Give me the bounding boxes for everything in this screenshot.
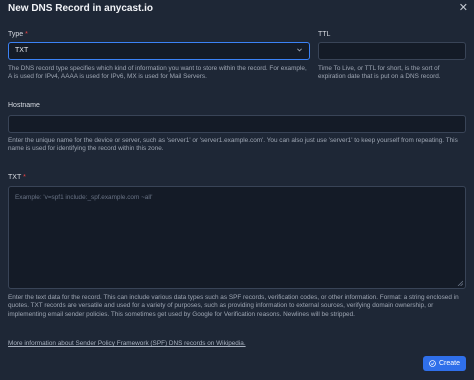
txt-help: Enter the text data for the record. This… xyxy=(8,294,459,318)
txt-textarea[interactable]: Example: 'v=spf1 include:_spf.example.co… xyxy=(8,186,466,289)
txt-label-text: TXT xyxy=(8,174,22,181)
ttl-input[interactable] xyxy=(318,42,466,60)
required-mark: * xyxy=(25,31,28,38)
txt-label: TXT * xyxy=(8,174,26,181)
type-label-text: Type xyxy=(8,31,24,38)
type-label: Type * xyxy=(8,31,28,38)
hostname-input[interactable] xyxy=(8,115,466,133)
hostname-help: Enter the unique name for the device or … xyxy=(8,137,458,153)
create-button-label: Create xyxy=(438,360,460,367)
close-icon[interactable]: ✕ xyxy=(459,2,468,14)
required-mark: * xyxy=(23,174,26,181)
create-button[interactable]: Create xyxy=(423,356,466,371)
type-select[interactable]: TXT xyxy=(8,42,310,60)
dialog-title: New DNS Record in anycast.io xyxy=(8,3,154,14)
chevron-down-icon xyxy=(297,48,302,52)
ttl-label: TTL xyxy=(318,31,331,38)
type-help: The DNS record type specifies which kind… xyxy=(8,65,307,81)
spf-wikipedia-link[interactable]: More information about Sender Policy Fra… xyxy=(8,340,246,347)
resize-handle-icon[interactable] xyxy=(457,280,463,286)
type-selected-value: TXT xyxy=(15,47,29,54)
ttl-help: Time To Live, or TTL for short, is the s… xyxy=(318,65,441,81)
hostname-label: Hostname xyxy=(8,102,40,109)
txt-placeholder: Example: 'v=spf1 include:_spf.example.co… xyxy=(15,194,153,201)
check-circle-icon xyxy=(429,360,436,367)
